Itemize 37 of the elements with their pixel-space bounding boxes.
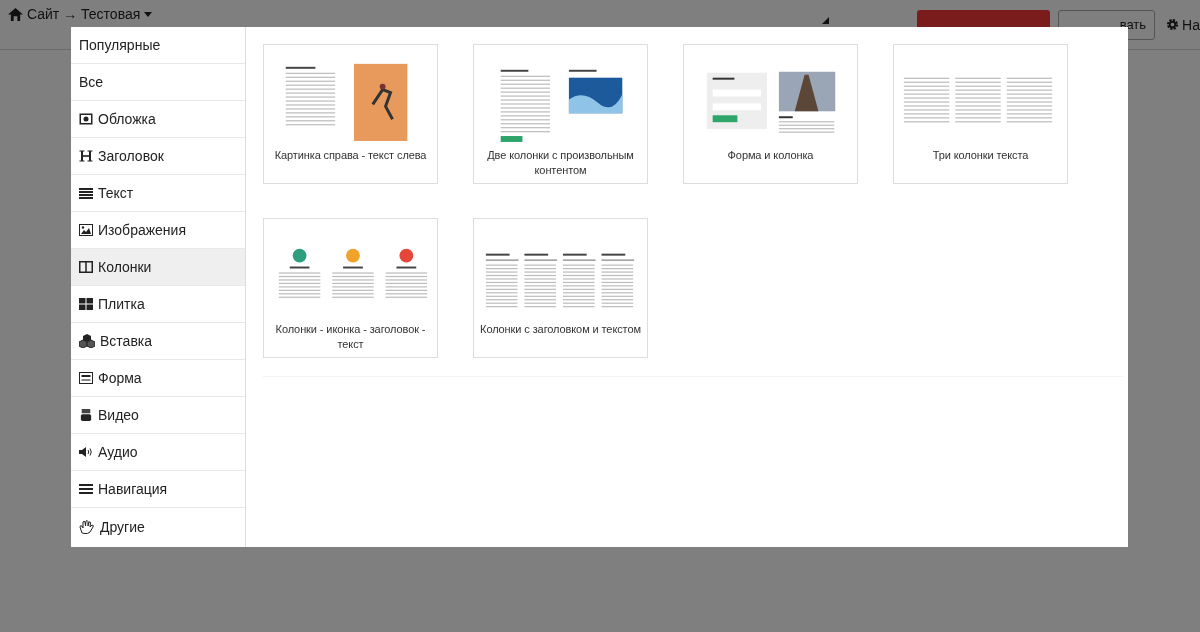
columns-icon (79, 261, 93, 273)
caret-icon (144, 11, 153, 17)
hand-icon (79, 519, 95, 534)
heading-icon (79, 150, 93, 162)
menu-icon (79, 483, 93, 495)
template-card[interactable]: Две колонки с произвольным контентом (473, 44, 648, 184)
sidebar-item[interactable]: Заголовок (71, 138, 245, 175)
template-card[interactable]: Форма и колонка (683, 44, 858, 184)
home-icon (8, 7, 23, 21)
cubes-icon (79, 334, 95, 348)
sidebar-item[interactable]: Популярные (71, 27, 245, 64)
form-icon (79, 372, 93, 384)
sidebar-item[interactable]: Колонки (71, 249, 245, 286)
sidebar-item[interactable]: Текст (71, 175, 245, 212)
sidebar-item[interactable]: Видео (71, 397, 245, 434)
template-card[interactable]: Картинка справа - текст слева (263, 44, 438, 184)
settings-link[interactable]: На (1182, 16, 1200, 33)
grid-icon (79, 298, 93, 310)
sidebar-item[interactable]: Плитка (71, 286, 245, 323)
sidebar-item[interactable]: Навигация (71, 471, 245, 508)
breadcrumb[interactable]: Сайт → Тестовая (27, 6, 141, 22)
sidebar-item[interactable]: Аудио (71, 434, 245, 471)
template-card[interactable]: Колонки - иконка - заголовок - текст (263, 218, 438, 358)
image-icon (79, 224, 93, 236)
sidebar-item[interactable]: Другие (71, 508, 245, 545)
speaker-icon (79, 446, 93, 458)
template-card[interactable]: Три колонки текста (893, 44, 1068, 184)
video-icon (79, 409, 93, 421)
sidebar-item[interactable]: Обложка (71, 101, 245, 138)
settings-icon (1166, 18, 1180, 31)
sidebar-item[interactable]: Все (71, 64, 245, 101)
template-card[interactable]: Колонки с заголовком и текстом (473, 218, 648, 358)
lines-icon (79, 187, 93, 199)
photo-frame-icon (79, 113, 93, 125)
sidebar-item[interactable]: Форма (71, 360, 245, 397)
sidebar-item[interactable]: Вставка (71, 323, 245, 360)
arrow-icon (822, 16, 830, 24)
